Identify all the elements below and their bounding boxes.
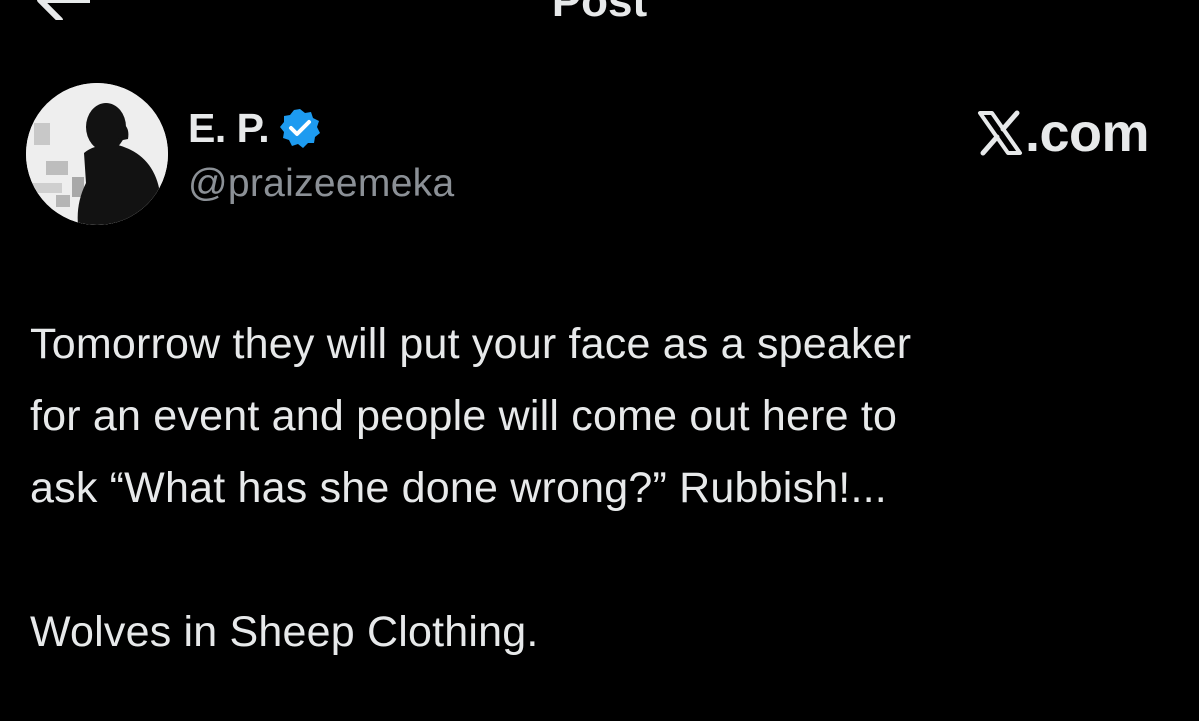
- avatar[interactable]: [26, 83, 168, 225]
- page-title: Post: [551, 0, 648, 26]
- x-logo-icon: [977, 110, 1022, 156]
- author-handle[interactable]: @praizeemeka: [188, 162, 454, 206]
- post-body: Tomorrow they will put your face as a sp…: [30, 308, 1170, 668]
- author-display-name[interactable]: E. P.: [188, 105, 270, 152]
- site-watermark: .com: [977, 102, 1150, 164]
- post-paragraph: Wolves in Sheep Clothing.: [30, 608, 539, 656]
- site-label: .com: [1024, 103, 1150, 163]
- top-bar: Post: [0, 0, 1199, 30]
- author-name-row: E. P.: [188, 103, 321, 153]
- more-button[interactable]: [1081, 0, 1151, 16]
- post-paragraph: Tomorrow they will put your face as a sp…: [30, 320, 912, 512]
- verified-badge-icon[interactable]: [279, 107, 321, 149]
- profile-silhouette-avatar: [26, 83, 168, 225]
